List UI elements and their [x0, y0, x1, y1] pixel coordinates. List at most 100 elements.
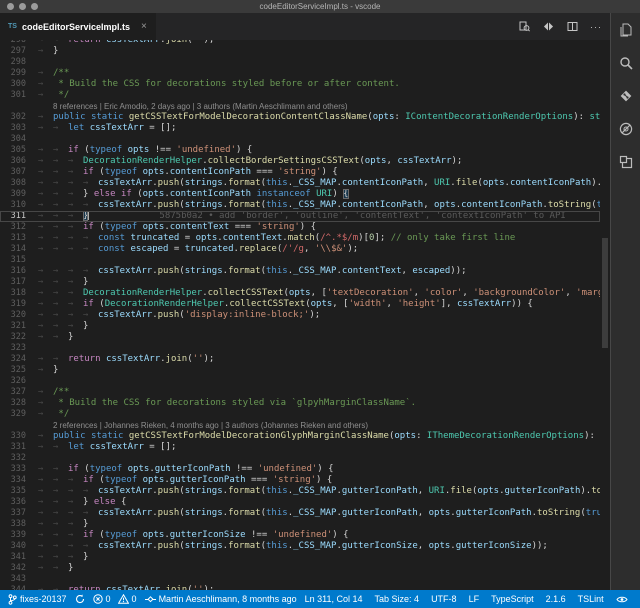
diff-icon[interactable] [542, 21, 554, 33]
source-control-icon[interactable] [617, 87, 635, 105]
code-line[interactable]: 328→ * Build the CSS for decorations sty… [0, 398, 600, 409]
line-number: 341 [0, 552, 30, 563]
code-token: , [402, 266, 413, 276]
code-line[interactable]: 309→→→} else if (opts.contentIconPath in… [0, 189, 600, 200]
code-line[interactable]: 307→→→if (typeof opts.contentIconPath ==… [0, 167, 600, 178]
code-line[interactable]: 300→ * Build the CSS for decorations sty… [0, 79, 600, 90]
code-token: format [228, 178, 261, 188]
tab-size-item[interactable]: Tab Size: 4 [375, 594, 420, 604]
code-line[interactable]: 299→/** [0, 68, 600, 79]
line-number: 307 [0, 167, 30, 178]
code-line[interactable]: 318→→→DecorationRenderHelper.collectCSST… [0, 288, 600, 299]
scrollbar-thumb[interactable] [602, 238, 608, 348]
code-line[interactable]: 344→→return cssTextArr.join(''); [0, 585, 600, 590]
line-number: 328 [0, 398, 30, 409]
code-token: const [98, 244, 131, 254]
code-token: gutterIconPath [342, 486, 418, 496]
code-line[interactable]: 331→→let cssTextArr = []; [0, 442, 600, 453]
codelens-line[interactable]: 2 references | Johannes Rieken, 4 months… [0, 420, 600, 431]
code-line[interactable]: 319→→→if (DecorationRenderHelper.collect… [0, 299, 600, 310]
code-line[interactable]: 337→→→→cssTextArr.push(strings.format(th… [0, 508, 600, 519]
code-line[interactable]: 340→→→→cssTextArr.push(strings.format(th… [0, 541, 600, 552]
code-token: , [418, 541, 429, 551]
code-token: string [590, 112, 601, 122]
editor-scrollbar[interactable] [600, 40, 610, 590]
code-line[interactable]: 317→→→} [0, 277, 600, 288]
code-token: = [168, 244, 184, 254]
code-line[interactable]: 304 [0, 134, 600, 145]
more-actions-icon[interactable]: ··· [590, 21, 602, 33]
code-line[interactable]: 335→→→→cssTextArr.push(strings.format(th… [0, 486, 600, 497]
code-token: ); [452, 156, 463, 166]
code-line[interactable]: 330→public static getCSSTextForModelDeco… [0, 431, 600, 442]
code-line[interactable]: 312→→→if (typeof opts.contentText === 's… [0, 222, 600, 233]
code-line[interactable]: 327→/** [0, 387, 600, 398]
encoding-item[interactable]: UTF-8 [431, 594, 457, 604]
git-branch-item[interactable]: fixes-20137 [8, 594, 67, 605]
close-tab-icon[interactable]: × [141, 21, 147, 32]
code-line[interactable]: 326 [0, 376, 600, 387]
debug-disabled-icon[interactable] [617, 120, 635, 138]
code-text: → */ [30, 409, 600, 420]
tab-whitespace-marker: → [68, 189, 83, 200]
code-line[interactable]: 303→→let cssTextArr = []; [0, 123, 600, 134]
code-line[interactable]: 342→→} [0, 563, 600, 574]
code-line[interactable]: 321→→→} [0, 321, 600, 332]
code-line[interactable]: 343 [0, 574, 600, 585]
code-token: '' [193, 40, 204, 45]
blame-item[interactable]: Martin Aeschlimann, 8 months ago [145, 594, 297, 604]
line-number: 321 [0, 321, 30, 332]
code-line[interactable]: 313→→→→const truncated = opts.contentTex… [0, 233, 600, 244]
code-line[interactable]: 311→→→}5875b0a2 • add 'border', 'outline… [0, 211, 600, 222]
code-line[interactable]: 329→ */ [0, 409, 600, 420]
ts-version-item[interactable]: 2.1.6 [546, 594, 566, 604]
language-mode-item[interactable]: TypeScript [491, 594, 534, 604]
split-editor-icon[interactable] [566, 21, 578, 33]
code-token: typeof [105, 530, 138, 540]
code-line[interactable]: 324→→return cssTextArr.join(''); [0, 354, 600, 365]
code-token: ); [347, 244, 358, 254]
problems-item[interactable]: 0 0 [93, 594, 137, 604]
code-token: this [266, 541, 288, 551]
explorer-icon[interactable] [617, 21, 635, 39]
code-line[interactable]: 333→→if (typeof opts.gutterIconPath !== … [0, 464, 600, 475]
code-line[interactable]: 323 [0, 343, 600, 354]
code-line[interactable]: 332 [0, 453, 600, 464]
tslint-item[interactable]: TSLint [578, 594, 604, 604]
eye-item[interactable] [616, 595, 628, 604]
code-line[interactable]: 305→→if (typeof opts !== 'undefined') { [0, 145, 600, 156]
code-line[interactable]: 320→→→→cssTextArr.push('display:inline-b… [0, 310, 600, 321]
sync-item[interactable] [75, 594, 85, 604]
codelens-line[interactable]: 8 references | Eric Amodio, 2 days ago |… [0, 101, 600, 112]
code-line[interactable]: 308→→→→cssTextArr.push(strings.format(th… [0, 178, 600, 189]
code-line[interactable]: 310→→→→cssTextArr.push(strings.format(th… [0, 200, 600, 211]
tab-whitespace-marker: → [53, 464, 68, 475]
code-line[interactable]: 339→→→if (typeof opts.gutterIconSize !==… [0, 530, 600, 541]
code-line[interactable]: 306→→→DecorationRenderHelper.collectBord… [0, 156, 600, 167]
code-token: push [158, 508, 180, 518]
code-line[interactable]: 341→→→} [0, 552, 600, 563]
code-editor[interactable]: 296→→return cssTextArr.join('');297→}298… [0, 40, 610, 590]
code-line[interactable]: 315 [0, 255, 600, 266]
extensions-icon[interactable] [617, 153, 635, 171]
code-token: opts [143, 475, 165, 485]
code-line[interactable]: 298 [0, 57, 600, 68]
tab-whitespace-marker: → [53, 497, 68, 508]
code-line[interactable]: 325→} [0, 365, 600, 376]
tab-codeeditorserviceimpl[interactable]: TS codeEditorServiceImpl.ts × [0, 13, 156, 40]
code-token: , [304, 244, 315, 254]
code-line[interactable]: 334→→→if (typeof opts.gutterIconPath ===… [0, 475, 600, 486]
code-line[interactable]: 322→→} [0, 332, 600, 343]
code-line[interactable]: 297→} [0, 46, 600, 57]
code-line[interactable]: 314→→→→const escaped = truncated.replace… [0, 244, 600, 255]
line-number: 334 [0, 475, 30, 486]
code-line[interactable]: 301→ */ [0, 90, 600, 101]
code-line[interactable]: 316→→→→cssTextArr.push(strings.format(th… [0, 266, 600, 277]
code-line[interactable]: 338→→→} [0, 519, 600, 530]
open-changes-icon[interactable] [518, 21, 530, 33]
code-line[interactable]: 302→public static getCSSTextForModelDeco… [0, 112, 600, 123]
search-icon[interactable] [617, 54, 635, 72]
cursor-position-item[interactable]: Ln 311, Col 14 [305, 594, 363, 604]
eol-item[interactable]: LF [469, 594, 480, 604]
code-line[interactable]: 336→→→} else { [0, 497, 600, 508]
